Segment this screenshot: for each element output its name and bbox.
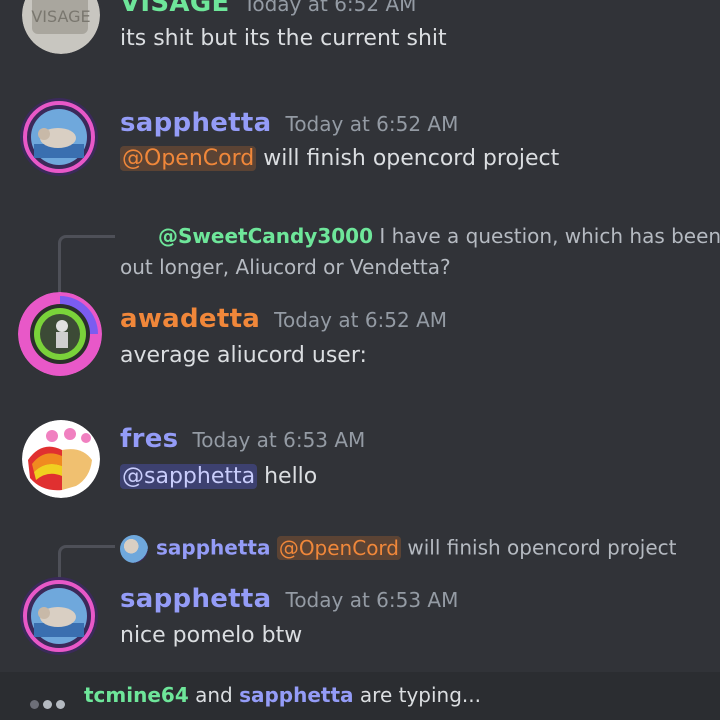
message-content: @OpenCord will finish opencord project <box>120 146 559 171</box>
visage-avatar[interactable]: VISAGE <box>22 0 100 54</box>
username[interactable]: sapphetta <box>120 108 272 138</box>
username[interactable]: VISAGE <box>120 0 230 18</box>
sapphetta-avatar-image <box>20 98 98 176</box>
timestamp: Today at 6:52 AM <box>285 112 459 136</box>
message-text: will finish opencord project <box>256 146 560 171</box>
reply-text: will finish opencord project <box>401 535 677 560</box>
timestamp: Today at 6:53 AM <box>192 428 366 452</box>
awadetta-avatar[interactable] <box>18 292 102 376</box>
username[interactable]: awadetta <box>120 304 260 334</box>
message-text: hello <box>257 464 318 489</box>
reply-preview[interactable]: sapphetta @OpenCord will finish opencord… <box>120 535 677 563</box>
typing-user-sapphetta[interactable]: sapphetta <box>239 683 353 707</box>
fres-avatar-image <box>22 420 100 498</box>
visage-avatar-image: VISAGE <box>22 0 100 54</box>
reply-avatar[interactable] <box>120 535 148 563</box>
message-content: average aliucord user: <box>120 343 367 368</box>
sapphetta-avatar[interactable] <box>20 577 98 655</box>
typing-suffix: are typing... <box>353 683 481 707</box>
timestamp: Today at 6:52 AM <box>274 308 448 332</box>
typing-user-tcmine64[interactable]: tcmine64 <box>84 683 189 707</box>
typing-indicator: tcmine64 and sapphetta are typing... <box>0 672 720 720</box>
timestamp: Today at 6:52 AM <box>243 0 417 16</box>
reply-preview[interactable]: @SweetCandy3000 I have a question, which… <box>158 224 720 248</box>
reply-mention[interactable]: @SweetCandy3000 <box>158 224 373 248</box>
message-content: @sapphetta hello <box>120 464 317 489</box>
typing-text: tcmine64 and sapphetta are typing... <box>84 683 481 707</box>
timestamp: Today at 6:53 AM <box>285 588 459 612</box>
awadetta-avatar-image <box>18 292 102 376</box>
reply-mention-opencord[interactable]: @OpenCord <box>276 535 401 560</box>
svg-text:VISAGE: VISAGE <box>31 7 90 26</box>
sapphetta-avatar[interactable] <box>20 98 98 176</box>
reply-preview-line-2: out longer, Aliucord or Vendetta? <box>120 255 451 279</box>
typing-dots-icon <box>30 690 69 714</box>
reply-username[interactable]: sapphetta <box>156 536 270 560</box>
sapphetta-avatar-image <box>20 577 98 655</box>
username[interactable]: sapphetta <box>120 584 272 614</box>
typing-and: and <box>188 683 240 707</box>
reply-text: I have a question, which has been <box>373 224 720 248</box>
message-content: nice pomelo btw <box>120 623 303 648</box>
message-content: its shit but its the current shit <box>120 26 447 51</box>
mention-opencord[interactable]: @OpenCord <box>120 146 257 171</box>
reply-spine <box>58 235 115 296</box>
fres-avatar[interactable] <box>22 420 100 498</box>
mention-sapphetta[interactable]: @sapphetta <box>120 464 258 489</box>
username[interactable]: fres <box>120 424 178 454</box>
